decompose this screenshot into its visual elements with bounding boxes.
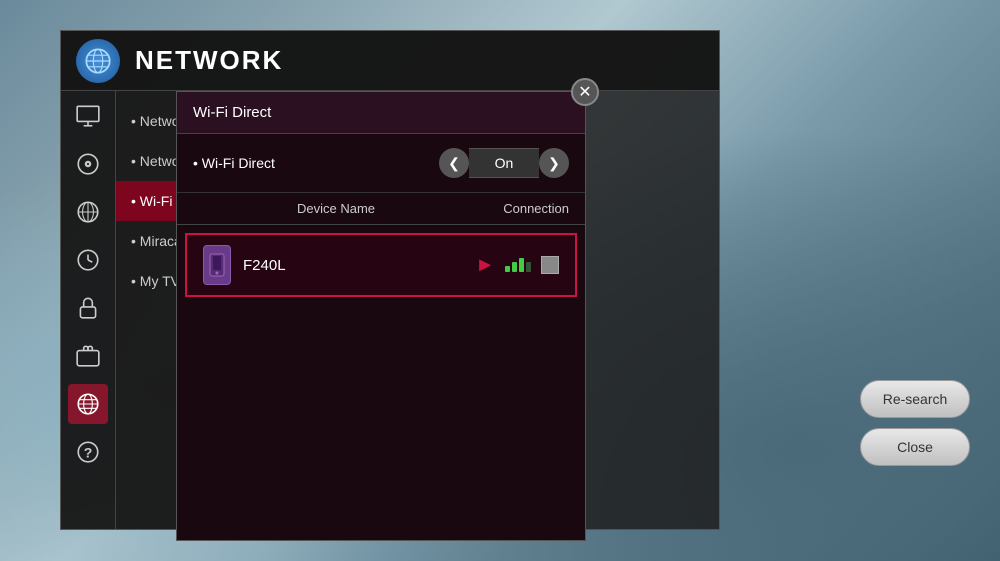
toggle-right-button[interactable]: ❯ [539,148,569,178]
sidebar-icon-network[interactable] [68,384,108,424]
modal-close-button[interactable]: ✕ [571,78,599,106]
signal-bar-1 [505,266,510,272]
toggle-left-button[interactable]: ❮ [439,148,469,178]
wifi-direct-toggle-row: Wi-Fi Direct ❮ On ❯ [177,134,585,193]
wifi-direct-toggle[interactable]: ❮ On ❯ [439,148,569,178]
signal-bar-3 [519,258,524,272]
sidebar-icon-music[interactable] [68,144,108,184]
close-button[interactable]: Close [860,428,970,466]
cursor-arrow-icon: ► [475,254,495,277]
signal-bars [505,258,531,272]
header: NETWORK [61,31,719,91]
device-name-label: F240L [243,257,475,274]
device-phone-icon [203,245,231,285]
col-header-device-name: Device Name [193,201,479,216]
main-panel: NETWORK [60,30,720,530]
sidebar-icon-clock[interactable] [68,240,108,280]
signal-bar-2 [512,262,517,272]
device-row[interactable]: F240L ► [185,233,577,297]
sidebar-icon-monitor[interactable] [68,96,108,136]
sidebar-icons: ? [61,91,116,529]
action-panel: Re-search Close [860,60,970,466]
sidebar-icon-lock[interactable] [68,288,108,328]
connection-indicator [541,256,559,274]
modal-body: Wi-Fi Direct ❮ On ❯ Device Name Connecti… [177,134,585,297]
network-header-icon [76,39,120,83]
sidebar-icon-briefcase[interactable] [68,336,108,376]
col-header-connection: Connection [479,201,569,216]
signal-bar-4 [526,262,531,272]
research-button[interactable]: Re-search [860,380,970,418]
wifi-direct-label: Wi-Fi Direct [193,155,439,171]
device-table-header: Device Name Connection [177,193,585,225]
page-title: NETWORK [135,45,283,76]
wifi-direct-modal: ✕ Wi-Fi Direct Wi-Fi Direct ❮ On ❯ Devic… [176,91,586,541]
svg-text:?: ? [84,444,93,460]
sidebar-icon-help[interactable]: ? [68,432,108,472]
sidebar-icon-satellite[interactable] [68,192,108,232]
toggle-value: On [469,148,539,178]
modal-title: Wi-Fi Direct [177,92,585,134]
